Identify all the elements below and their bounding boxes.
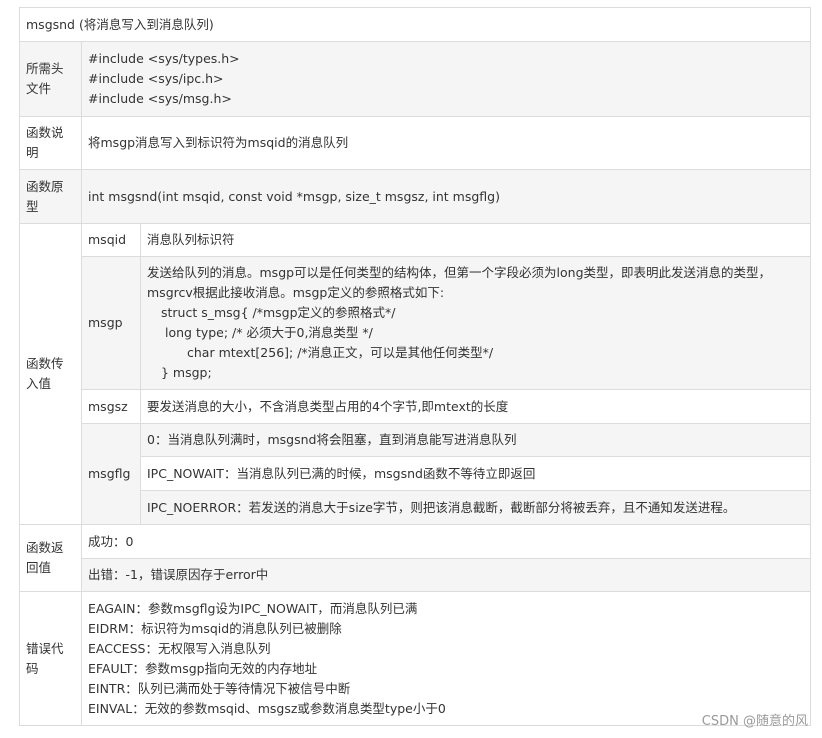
prototype-row: 函数原 型 int msgsnd(int msqid, const void *… [19, 169, 811, 224]
errors-row: 错误代 码 EAGAIN：参数msgflg设为IPC_NOWAIT，而消息队列已… [19, 591, 811, 726]
error-code-list: EAGAIN：参数msgflg设为IPC_NOWAIT，而消息队列已满 EIDR… [81, 591, 811, 726]
param-row-msgsz: msgsz 要发送消息的大小，不含消息类型占用的4个字节,即mtext的长度 [20, 389, 811, 424]
row-label-params: 函数传 入值 [19, 223, 82, 525]
row-label-headers: 所需头 文件 [19, 41, 82, 117]
param-row-msgp: msgp 发送给队列的消息。msgp可以是任何类型的结构体，但第一个字段必须为l… [20, 256, 811, 390]
error-code: EINVAL：无效的参数msqid、msgsz或参数消息类型type小于0 [88, 700, 446, 716]
description-text: 将msgp消息写入到标识符为msqid的消息队列 [81, 116, 811, 170]
error-code: EACCESS：无权限写入消息队列 [88, 640, 271, 656]
description-row: 函数说 明 将msgp消息写入到标识符为msqid的消息队列 [19, 116, 811, 170]
table-title: msgsnd (将消息写入到消息队列) [19, 7, 811, 42]
param-name-msgp: msgp [81, 256, 141, 390]
error-code: EINTR：队列已满而处于等待情况下被信号中断 [88, 680, 351, 696]
prototype-text: int msgsnd(int msqid, const void *msgp, … [81, 169, 811, 224]
row-label-return: 函数返 回值 [19, 524, 82, 592]
msgflg-option: IPC_NOERROR：若发送的消息大于size字节，则把该消息截断，截断部分将… [140, 490, 811, 525]
param-desc-msqid: 消息队列标识符 [140, 223, 811, 257]
error-code: EFAULT：参数msgp指向无效的内存地址 [88, 660, 318, 676]
include-line: #include <sys/ipc.h> [88, 71, 224, 86]
code-line: long type; /* 必须大于0,消息类型 */ [165, 325, 373, 340]
error-code: EAGAIN：参数msgflg设为IPC_NOWAIT，而消息队列已满 [88, 600, 418, 616]
include-list: #include <sys/types.h> #include <sys/ipc… [81, 41, 811, 117]
param-row-msgflg: msgflg 0：当消息队列满时，msgsnd将会阻塞，直到消息能写进消息队列 [20, 423, 811, 525]
return-row-success: 函数返 回值 成功：0 [19, 524, 811, 592]
param-row-msqid: 函数传 入值 msqid 消息队列标识符 [19, 223, 811, 525]
include-line: #include <sys/types.h> [88, 51, 240, 66]
param-name-msgsz: msgsz [81, 389, 141, 424]
return-row-error: 出错：-1，错误原因存于error中 [20, 558, 811, 592]
csdn-watermark: CSDN @随意的风 [701, 714, 808, 729]
title-row: msgsnd (将消息写入到消息队列) [19, 7, 811, 42]
param-desc-msgp: 发送给队列的消息。msgp可以是任何类型的结构体，但第一个字段必须为long类型… [140, 256, 811, 390]
param-name-msqid: msqid [81, 223, 141, 257]
return-error: 出错：-1，错误原因存于error中 [81, 558, 811, 592]
code-line: } msgp; [161, 365, 212, 380]
include-line: #include <sys/msg.h> [88, 91, 232, 106]
row-label-prototype: 函数原 型 [19, 169, 82, 224]
api-table: msgsnd (将消息写入到消息队列) 所需头 文件 #include <sys… [19, 7, 811, 726]
headers-row: 所需头 文件 #include <sys/types.h> #include <… [19, 41, 811, 117]
msgflg-option: 0：当消息队列满时，msgsnd将会阻塞，直到消息能写进消息队列 [140, 423, 811, 457]
param-desc-msgsz: 要发送消息的大小，不含消息类型占用的4个字节,即mtext的长度 [140, 389, 811, 424]
row-label-errors: 错误代 码 [19, 591, 82, 726]
error-code: EIDRM：标识符为msqid的消息队列已被删除 [88, 620, 342, 636]
code-line: char mtext[256]; /*消息正文，可以是其他任何类型*/ [187, 345, 494, 360]
row-label-description: 函数说 明 [19, 116, 82, 170]
param-name-msgflg: msgflg [81, 423, 141, 525]
return-success: 成功：0 [81, 524, 811, 559]
code-line: struct s_msg{ /*msgp定义的参照格式*/ [161, 305, 396, 320]
msgflg-option: IPC_NOWAIT：当消息队列已满的时候，msgsnd函数不等待立即返回 [140, 456, 811, 491]
